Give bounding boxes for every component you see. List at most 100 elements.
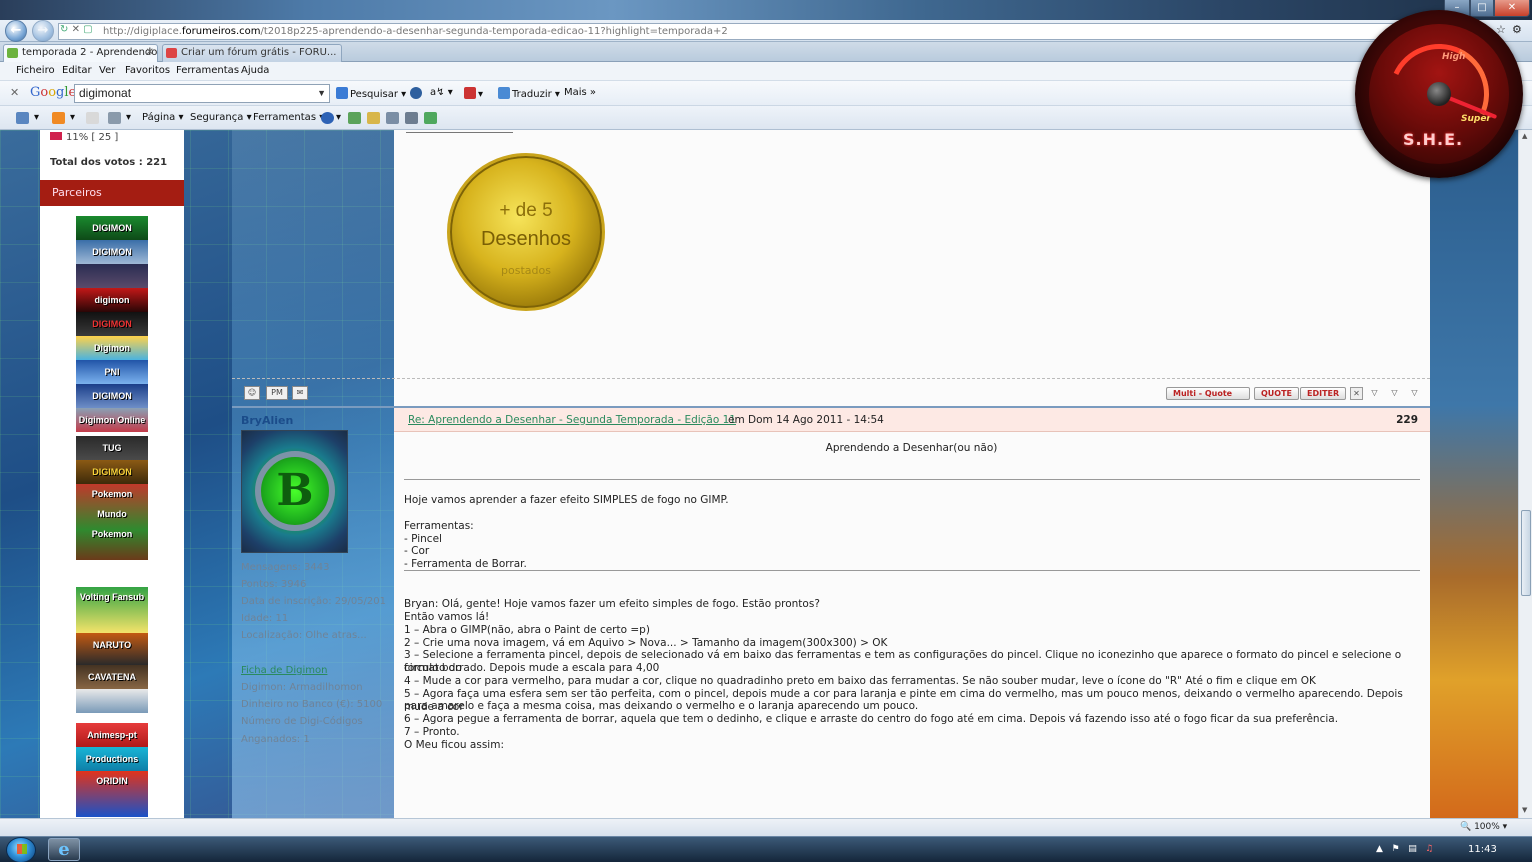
globe-button[interactable] (410, 87, 424, 100)
favorites-star-icon[interactable]: ☆ (1496, 23, 1506, 36)
page-scrollbar[interactable]: ▲ ▼ (1518, 130, 1532, 818)
security-menu[interactable]: Segurança ▾ (190, 112, 252, 123)
menu-help[interactable]: Ajuda (241, 65, 269, 76)
email-icon[interactable]: ✉ (292, 386, 308, 400)
chevron-down-icon[interactable]: ▼ (317, 85, 326, 102)
more-button[interactable]: Mais » (564, 87, 596, 98)
maximize-button[interactable]: □ (1470, 0, 1494, 17)
translate-button[interactable]: Traduzir ▾ (498, 87, 560, 100)
report-icon[interactable]: ▽ (1388, 387, 1401, 400)
ip-icon[interactable]: ▽ (1408, 387, 1421, 400)
refresh-icon[interactable]: ↻ (60, 24, 68, 35)
messenger-icon[interactable] (348, 112, 361, 124)
partner-banner[interactable]: DIGIMON MASTERS (76, 460, 148, 484)
post-title-link[interactable]: Re: Aprendendo a Desenhar - Segunda Temp… (408, 414, 736, 426)
google-search-input[interactable]: digimonat ▼ (74, 84, 330, 103)
menu-file[interactable]: Ficheiro (16, 65, 55, 76)
delete-icon[interactable]: ✕ (1350, 387, 1363, 400)
partner-banner[interactable]: CAVATENA (76, 665, 148, 689)
taskbar-ie-button[interactable]: e (48, 838, 80, 861)
post-number: 229 (1396, 414, 1418, 426)
profile-icon[interactable]: ☺ (244, 386, 260, 400)
partner-banner[interactable]: DIGIMON (76, 216, 148, 240)
partner-banner[interactable]: Digimon (76, 336, 148, 360)
volume-icon[interactable]: ♫ (1425, 844, 1433, 854)
scrollbar-thumb[interactable] (1521, 510, 1531, 596)
post-author-name[interactable]: BryAlien (241, 414, 293, 427)
partner-banner[interactable]: Volting Fansub (76, 587, 148, 633)
partner-banner[interactable]: ORIDIN (76, 771, 148, 817)
compat-icon[interactable]: ▢ (83, 24, 92, 35)
partner-banner[interactable]: Animesp-pt (76, 723, 148, 747)
network-icon[interactable]: ▤ (1408, 844, 1417, 854)
help-icon[interactable] (321, 112, 334, 124)
research-icon[interactable] (367, 112, 380, 124)
partner-banner[interactable]: DIGIMON (76, 384, 148, 408)
action-center-icon[interactable]: ⚑ (1392, 844, 1400, 854)
scroll-up-icon[interactable]: ▲ (1522, 132, 1527, 140)
start-button[interactable] (6, 837, 36, 862)
home-icon[interactable] (16, 112, 29, 124)
post-divider (404, 479, 1420, 480)
medal-line-1: + de 5 (499, 200, 553, 221)
medal-line-3: postados (501, 264, 551, 277)
tab-create-forum[interactable]: Criar um fórum grátis - FORU... (162, 44, 342, 62)
partner-banner[interactable]: Pokemon Mundo Pokemon (76, 484, 148, 560)
partner-banner[interactable] (76, 264, 148, 288)
popup-blocker-button[interactable]: ▾ (464, 87, 483, 100)
gear-icon[interactable]: ⚙ (1512, 23, 1522, 36)
taskbar-clock[interactable]: 11:43 (1468, 844, 1497, 855)
tab-label: temporada 2 - Aprendendo ... (22, 47, 158, 58)
partner-banner[interactable]: Digimon Online Portugal (76, 408, 148, 432)
url-input[interactable]: http://digiplace.forumeiros.com/t2018p22… (58, 23, 1478, 40)
partner-banner[interactable] (76, 689, 148, 713)
poll-bar (50, 132, 62, 140)
edit-button[interactable]: EDITER (1300, 387, 1347, 400)
screenshot-icon[interactable] (405, 112, 418, 124)
warn-icon[interactable]: ▽ (1368, 387, 1381, 400)
digimon-profile-link[interactable]: Ficha de Digimon (241, 665, 327, 676)
feeds-dropdown-icon[interactable]: ▾ (70, 112, 75, 123)
close-tab-icon[interactable]: ✕ (146, 45, 154, 61)
tools-menu[interactable]: Ferramentas ▾ (253, 112, 324, 123)
partner-banner[interactable]: DIGIMON CLIQUE AQUI (76, 312, 148, 336)
url-prefix: http://digiplace. (103, 26, 182, 37)
author-avatar[interactable]: B (241, 430, 348, 553)
google-search-button[interactable]: Pesquisar ▾ (336, 87, 406, 100)
tray-expand-icon[interactable]: ▲ (1376, 844, 1383, 854)
tab-forum-post[interactable]: temporada 2 - Aprendendo ... ✕ (3, 44, 158, 62)
home-dropdown-icon[interactable]: ▾ (34, 112, 39, 123)
zoom-level[interactable]: 🔍 100% ▾ (1460, 822, 1507, 832)
mail-icon[interactable] (86, 112, 99, 124)
stop-icon[interactable]: ✕ (72, 24, 80, 35)
partner-banner[interactable]: Productions (76, 747, 148, 771)
close-window-button[interactable]: ✕ (1494, 0, 1530, 17)
page-menu[interactable]: Página ▾ (142, 112, 184, 123)
gauge-face: High Super S.H.E. (1369, 24, 1509, 164)
partner-banner[interactable]: PNI (76, 360, 148, 384)
print-icon[interactable] (108, 112, 121, 124)
partner-banner[interactable]: NARUTO (76, 633, 148, 665)
print-dropdown-icon[interactable]: ▾ (126, 112, 131, 123)
menu-view[interactable]: Ver (99, 65, 115, 76)
multi-quote-button[interactable]: Multi - Quote (1166, 387, 1250, 400)
back-button[interactable]: ← (5, 20, 27, 42)
menu-tools[interactable]: Ferramentas (176, 65, 239, 76)
scroll-down-icon[interactable]: ▼ (1522, 806, 1527, 814)
sync-icon[interactable] (424, 112, 437, 124)
menu-edit[interactable]: Editar (62, 65, 92, 76)
achievement-medal: + de 5 Desenhos postados (447, 153, 605, 311)
feeds-icon[interactable] (52, 112, 65, 124)
partner-banner[interactable]: digimon fanmytsu (76, 288, 148, 312)
addon-icon[interactable] (386, 112, 399, 124)
spellcheck-button[interactable]: a↯ ▾ (430, 87, 453, 98)
help-dropdown-icon[interactable]: ▾ (336, 112, 341, 123)
tab-label: Criar um fórum grátis - FORU... (181, 47, 337, 58)
forward-button[interactable]: → (32, 20, 54, 42)
close-toolbar-icon[interactable]: ✕ (10, 86, 19, 99)
pm-icon[interactable]: PM (266, 386, 288, 400)
partner-banner[interactable]: DIGIMON (76, 240, 148, 264)
quote-button[interactable]: QUOTE (1254, 387, 1300, 400)
menu-favorites[interactable]: Favoritos (125, 65, 170, 76)
partner-banner[interactable]: TUG (76, 436, 148, 460)
